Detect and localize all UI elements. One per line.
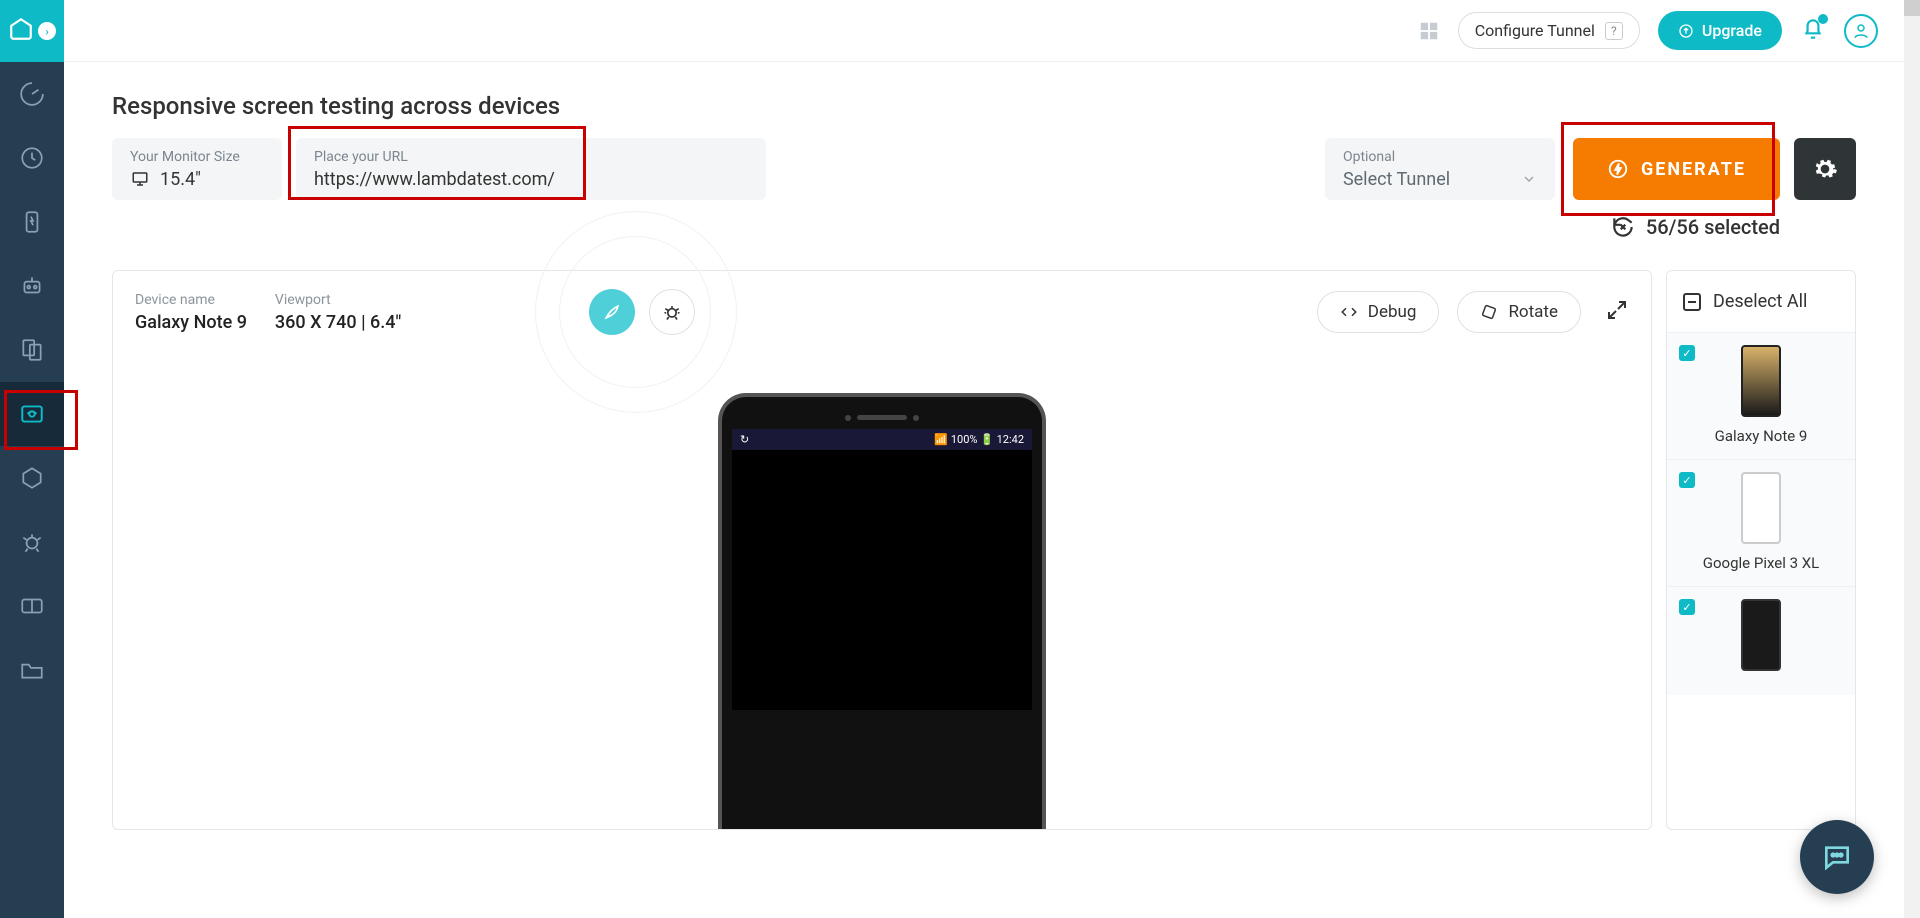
expand-button[interactable] bbox=[1605, 298, 1629, 326]
device-thumb bbox=[1741, 345, 1781, 417]
debug-button[interactable]: Debug bbox=[1317, 291, 1440, 333]
deselect-label: Deselect All bbox=[1713, 291, 1807, 312]
notifications-button[interactable] bbox=[1800, 16, 1826, 46]
phone-status-bar: ↻ 📶 100% 🔋 12:42 bbox=[732, 429, 1032, 450]
selection-status: 56/56 selected bbox=[1646, 215, 1780, 239]
deselect-icon bbox=[1683, 293, 1701, 311]
sidebar-item-issues[interactable] bbox=[0, 510, 64, 574]
sidebar-item-history[interactable] bbox=[0, 126, 64, 190]
bug-icon bbox=[662, 302, 682, 322]
rotate-button[interactable]: Rotate bbox=[1457, 291, 1581, 333]
device-name-value: Galaxy Note 9 bbox=[135, 312, 247, 333]
device-panel: Device name Galaxy Note 9 Viewport 360 X… bbox=[112, 270, 1652, 830]
rotate-label: Rotate bbox=[1508, 302, 1558, 322]
viewport-value: 360 X 740 | 6.4" bbox=[275, 312, 401, 333]
viewport-label: Viewport bbox=[275, 292, 401, 308]
monitor-icon bbox=[130, 170, 150, 188]
sidebar-item-integrations[interactable] bbox=[0, 446, 64, 510]
configure-tunnel-button[interactable]: Configure Tunnel ? bbox=[1458, 12, 1640, 49]
settings-button[interactable] bbox=[1794, 138, 1856, 200]
reset-icon bbox=[1610, 214, 1636, 240]
phone-screen[interactable] bbox=[732, 450, 1032, 710]
checkbox-icon[interactable]: ✓ bbox=[1679, 472, 1695, 488]
sidebar-item-analytics[interactable] bbox=[0, 574, 64, 638]
notification-dot-icon bbox=[1818, 14, 1828, 24]
sidebar-item-responsive[interactable] bbox=[0, 382, 64, 446]
debug-label: Debug bbox=[1368, 302, 1417, 322]
mark-bug-button[interactable] bbox=[649, 289, 695, 335]
device-frame-area: ↻ 📶 100% 🔋 12:42 bbox=[113, 353, 1651, 829]
expand-icon bbox=[1605, 298, 1629, 322]
checkbox-icon[interactable]: ✓ bbox=[1679, 345, 1695, 361]
url-card: Place your URL bbox=[296, 138, 766, 200]
logo-icon bbox=[8, 16, 34, 46]
device-panel-header: Device name Galaxy Note 9 Viewport 360 X… bbox=[113, 271, 1651, 353]
gear-icon bbox=[1812, 156, 1838, 182]
sidebar-item-screenshot[interactable] bbox=[0, 318, 64, 382]
tunnel-select-card[interactable]: Optional Select Tunnel bbox=[1325, 138, 1555, 200]
device-thumb bbox=[1741, 599, 1781, 671]
scroll-up-icon[interactable] bbox=[1904, 0, 1920, 16]
profile-avatar[interactable] bbox=[1844, 14, 1878, 48]
device-item-label: Galaxy Note 9 bbox=[1715, 427, 1808, 445]
main-area: Configure Tunnel ? Upgrade Responsive sc… bbox=[64, 0, 1904, 918]
left-sidebar: › bbox=[0, 0, 64, 918]
url-label: Place your URL bbox=[314, 149, 748, 165]
user-icon bbox=[1852, 22, 1870, 40]
rocket-icon bbox=[602, 302, 622, 322]
code-icon bbox=[1340, 303, 1358, 321]
checkbox-icon[interactable]: ✓ bbox=[1679, 599, 1695, 615]
sidebar-item-realtime[interactable] bbox=[0, 190, 64, 254]
help-icon[interactable]: ? bbox=[1605, 22, 1623, 40]
generate-button[interactable]: GENERATE bbox=[1573, 138, 1780, 200]
bolt-icon bbox=[1607, 158, 1629, 180]
device-thumb bbox=[1741, 472, 1781, 544]
status-bar-right: 📶 100% 🔋 12:42 bbox=[934, 433, 1024, 446]
top-bar: Configure Tunnel ? Upgrade bbox=[64, 0, 1904, 62]
device-name-label: Device name bbox=[135, 292, 247, 308]
tunnel-label: Optional bbox=[1343, 149, 1537, 165]
content-area: Responsive screen testing across devices… bbox=[64, 62, 1904, 918]
page-title: Responsive screen testing across devices bbox=[112, 92, 1856, 120]
device-item-0[interactable]: ✓ Galaxy Note 9 bbox=[1667, 332, 1855, 459]
expand-sidebar-icon[interactable]: › bbox=[38, 22, 56, 40]
device-item-label: Google Pixel 3 XL bbox=[1703, 554, 1819, 572]
monitor-label: Your Monitor Size bbox=[130, 149, 264, 165]
preview-row: Device name Galaxy Note 9 Viewport 360 X… bbox=[112, 270, 1856, 830]
sidebar-item-automation[interactable] bbox=[0, 254, 64, 318]
tunnel-value: Select Tunnel bbox=[1343, 169, 1450, 190]
chevron-down-icon bbox=[1521, 171, 1537, 187]
page-scrollbar[interactable] bbox=[1904, 0, 1920, 918]
url-input[interactable] bbox=[314, 169, 748, 190]
selection-status-row[interactable]: 56/56 selected bbox=[112, 214, 1780, 240]
monitor-value: 15.4" bbox=[160, 169, 201, 190]
configure-tunnel-label: Configure Tunnel bbox=[1475, 21, 1595, 40]
monitor-size-card: Your Monitor Size 15.4" bbox=[112, 138, 282, 200]
logo-cell[interactable]: › bbox=[0, 0, 64, 62]
deselect-all-button[interactable]: Deselect All bbox=[1667, 271, 1855, 332]
apps-grid-icon[interactable] bbox=[1418, 20, 1440, 42]
launch-button[interactable] bbox=[589, 289, 635, 335]
controls-row: Your Monitor Size 15.4" Place your URL O… bbox=[112, 138, 1856, 200]
upgrade-button[interactable]: Upgrade bbox=[1658, 11, 1782, 50]
sidebar-item-dashboard[interactable] bbox=[0, 62, 64, 126]
viewport-col: Viewport 360 X 740 | 6.4" bbox=[275, 292, 401, 333]
chat-button[interactable] bbox=[1800, 820, 1874, 894]
upgrade-icon bbox=[1678, 23, 1694, 39]
device-item-2[interactable]: ✓ bbox=[1667, 586, 1855, 695]
sidebar-item-folder[interactable] bbox=[0, 638, 64, 702]
phone-notch bbox=[732, 411, 1032, 429]
upgrade-label: Upgrade bbox=[1702, 21, 1762, 40]
generate-label: GENERATE bbox=[1641, 159, 1746, 180]
status-bar-left: ↻ bbox=[740, 433, 749, 446]
chat-icon bbox=[1821, 841, 1853, 873]
device-name-col: Device name Galaxy Note 9 bbox=[135, 292, 247, 333]
device-list-panel: Deselect All ✓ Galaxy Note 9 ✓ Google Pi… bbox=[1666, 270, 1856, 830]
phone-frame: ↻ 📶 100% 🔋 12:42 bbox=[718, 393, 1046, 829]
rotate-icon bbox=[1480, 303, 1498, 321]
device-item-1[interactable]: ✓ Google Pixel 3 XL bbox=[1667, 459, 1855, 586]
